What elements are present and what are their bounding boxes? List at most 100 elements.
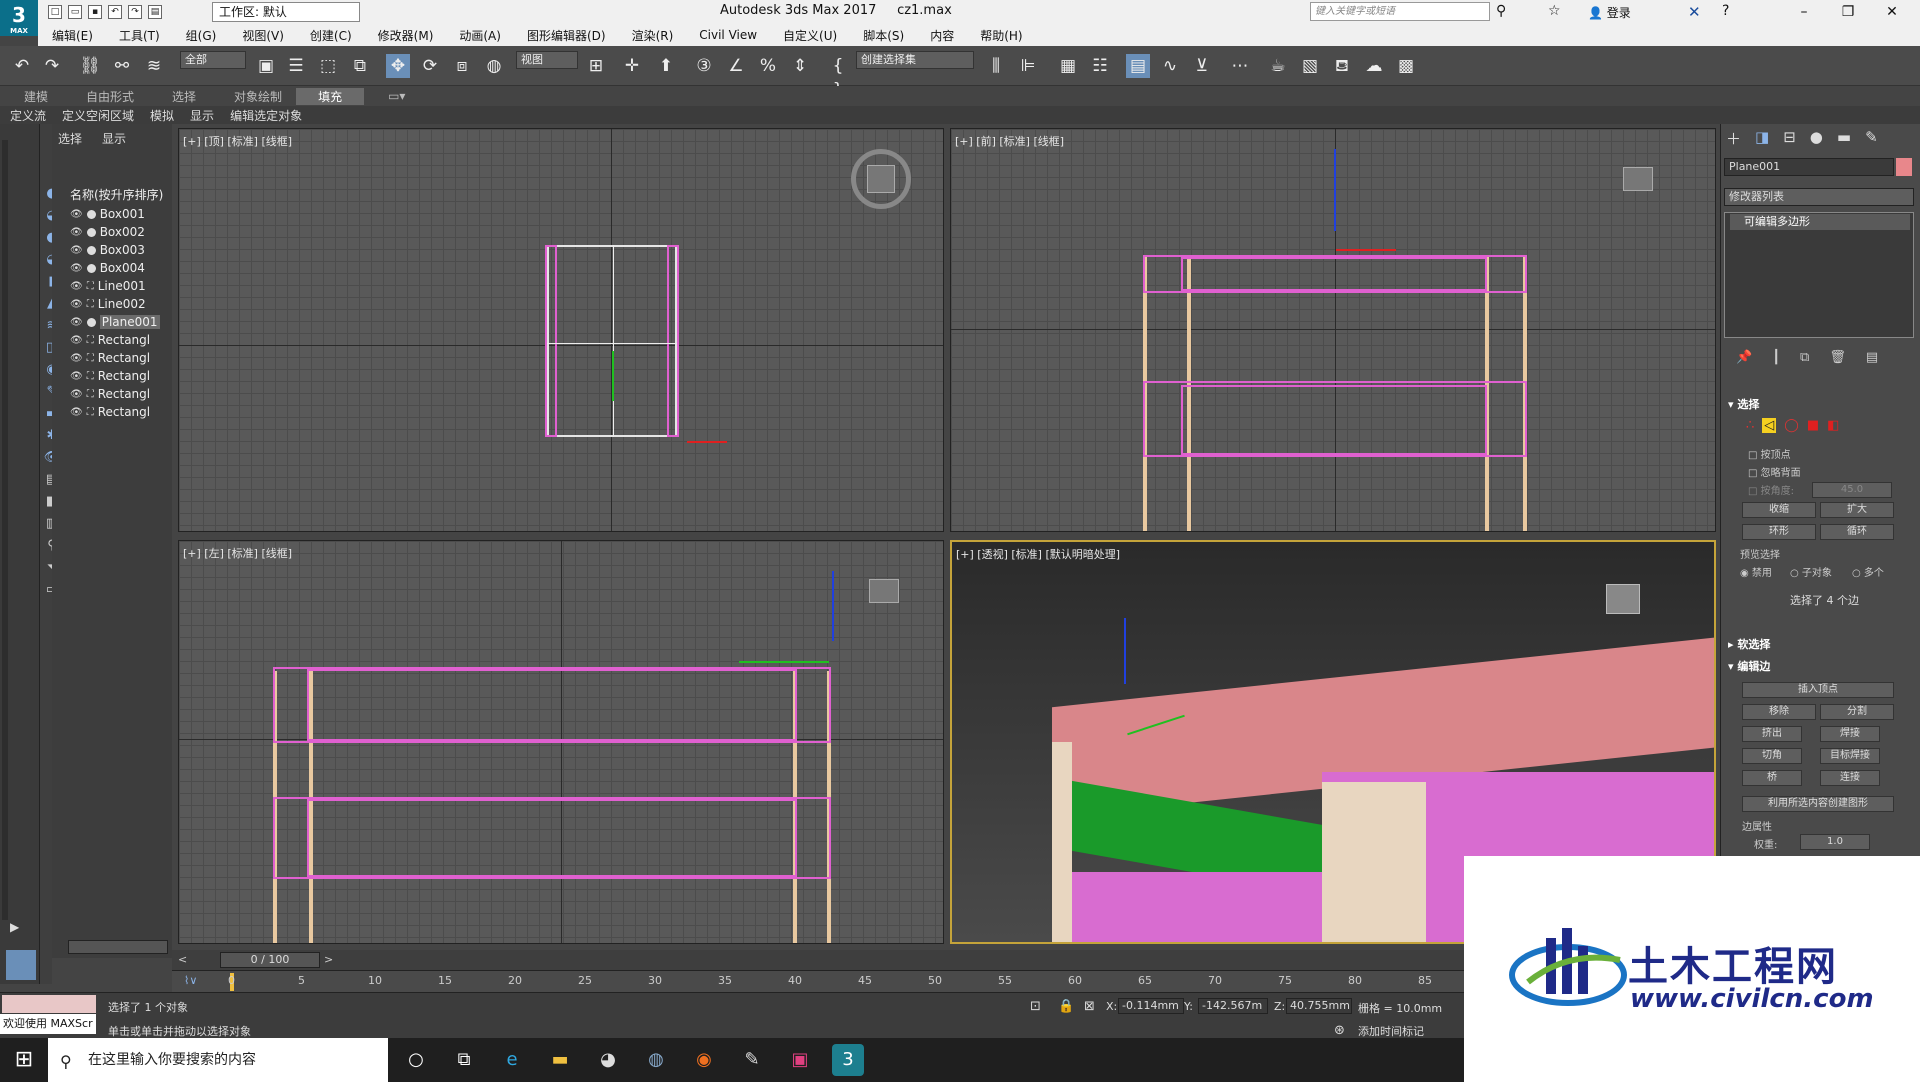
maximize-button[interactable]: ❐ xyxy=(1826,0,1870,24)
menu-customize[interactable]: 自定义(U) xyxy=(769,27,849,44)
move-icon[interactable]: ✥ xyxy=(386,54,410,78)
ignore-backfacing-checkbox[interactable]: □ 忽略背面 xyxy=(1748,464,1801,479)
viewcube[interactable] xyxy=(867,165,895,193)
grow-button[interactable]: 扩大 xyxy=(1820,502,1894,518)
tab-modeling[interactable]: 建模 xyxy=(0,88,62,105)
shrink-button[interactable]: 收缩 xyxy=(1742,502,1816,518)
shelf-panel-wireframe[interactable] xyxy=(1181,385,1487,455)
rendered-frame-icon[interactable]: ▧ xyxy=(1298,54,1322,78)
file-explorer-icon[interactable]: ▬ xyxy=(544,1044,576,1076)
visibility-eye-icon[interactable]: 👁 xyxy=(70,317,83,328)
leg-mesh[interactable] xyxy=(1322,782,1426,942)
menu-rendering[interactable]: 渲染(R) xyxy=(618,27,686,44)
menu-edit[interactable]: 编辑(E) xyxy=(38,27,105,44)
mirror-icon[interactable]: ⫼ xyxy=(984,54,1008,78)
edge-mode-icon[interactable]: ◁ xyxy=(1762,418,1777,433)
scene-tab-select[interactable]: 选择 xyxy=(58,130,82,152)
gizmo-y-axis[interactable] xyxy=(612,351,614,401)
gizmo-z-axis[interactable] xyxy=(832,571,834,641)
pivot-center-icon[interactable]: ⊞ xyxy=(584,54,608,78)
selection-filter-dropdown[interactable]: 全部 xyxy=(180,51,246,69)
modifier-stack-item[interactable]: 可编辑多边形 xyxy=(1730,214,1910,230)
select-object-icon[interactable]: ▣ xyxy=(254,54,278,78)
list-item[interactable]: 👁 Box004 xyxy=(70,259,145,277)
make-unique-icon[interactable]: ⧉ xyxy=(1800,350,1809,365)
render-cloud-icon[interactable]: ☁ xyxy=(1362,54,1386,78)
border-mode-icon[interactable]: ◯ xyxy=(1784,418,1799,433)
insert-vertex-button[interactable]: 插入顶点 xyxy=(1742,682,1894,698)
display-button[interactable]: 显示 xyxy=(180,107,220,124)
z-coordinate-field[interactable]: 40.755mm xyxy=(1286,998,1352,1014)
visibility-eye-icon[interactable]: 👁 xyxy=(70,299,83,310)
app-icon[interactable]: ▣ xyxy=(784,1044,816,1076)
create-tab-icon[interactable]: ＋ xyxy=(1726,128,1741,149)
top-panel-wireframe[interactable] xyxy=(307,669,797,741)
angle-snap-icon[interactable]: ∠ xyxy=(724,54,748,78)
define-flows-button[interactable]: 定义流 xyxy=(0,107,52,124)
tab-populate[interactable]: 填充 xyxy=(296,87,365,105)
bridge-button[interactable]: 桥 xyxy=(1742,770,1802,786)
menu-modifiers[interactable]: 修改器(M) xyxy=(364,27,446,44)
visibility-eye-icon[interactable]: 👁 xyxy=(70,245,83,256)
window-crossing-icon[interactable]: ⧉ xyxy=(348,54,372,78)
remove-button[interactable]: 移除 xyxy=(1742,704,1816,720)
edit-named-sets-icon[interactable]: { } xyxy=(826,54,850,100)
preview-multi-radio[interactable]: ○ 多个 xyxy=(1852,564,1884,579)
utilities-tab-icon[interactable]: ✎ xyxy=(1865,128,1878,149)
open-file-icon[interactable]: ▭ xyxy=(68,5,82,19)
bind-spacewarp-icon[interactable]: ≋ xyxy=(142,54,166,78)
viewport-layout-icon[interactable] xyxy=(6,950,36,980)
viewcube[interactable] xyxy=(1623,167,1653,191)
taskbar-search-input[interactable]: 在这里输入你要搜索的内容 xyxy=(48,1038,388,1082)
by-vertex-checkbox[interactable]: □ 按顶点 xyxy=(1748,446,1791,461)
help-search-input[interactable]: 键入关键字或短语 xyxy=(1310,2,1490,21)
snaps-toggle-icon[interactable]: ③ xyxy=(692,54,716,78)
add-time-tag-button[interactable]: 添加时间标记 xyxy=(1358,1023,1424,1039)
named-selection-sets-dropdown[interactable]: 创建选择集 xyxy=(856,51,974,69)
isolate-selection-icon[interactable]: ⊡ xyxy=(1030,999,1041,1014)
top-panel-wireframe[interactable] xyxy=(1181,257,1487,291)
expand-arrow-icon[interactable]: ▶ xyxy=(10,920,19,934)
maxscript-welcome-text[interactable]: 欢迎使用 MAXScr xyxy=(0,1014,96,1034)
windows-start-icon[interactable]: ⊞ xyxy=(10,1046,38,1074)
remove-modifier-icon[interactable]: 🗑 xyxy=(1829,350,1846,365)
rollout-soft-selection[interactable]: ▸ 软选择 xyxy=(1728,636,1770,652)
placement-icon[interactable]: ◍ xyxy=(482,54,506,78)
shelf-panel-wireframe[interactable] xyxy=(307,799,797,877)
redo-icon[interactable]: ↷ xyxy=(128,5,142,19)
hierarchy-tab-icon[interactable]: ⊟ xyxy=(1783,128,1796,149)
gizmo-z-axis[interactable] xyxy=(1334,149,1336,231)
explorer-scrollbar[interactable] xyxy=(68,940,168,954)
layer-explorer-icon[interactable]: ☷ xyxy=(1088,54,1112,78)
rotate-icon[interactable]: ⟳ xyxy=(418,54,442,78)
visibility-eye-icon[interactable]: 👁 xyxy=(70,371,83,382)
visibility-eye-icon[interactable]: 👁 xyxy=(70,407,83,418)
display-tab-icon[interactable]: ▬ xyxy=(1837,128,1851,149)
menu-civil-view[interactable]: Civil View xyxy=(685,28,769,42)
leg-wireframe[interactable] xyxy=(667,245,679,437)
selection-lock-icon[interactable]: 🔒 xyxy=(1058,999,1074,1014)
rollout-selection[interactable]: ▾ 选择 xyxy=(1728,396,1759,412)
workspace-dropdown[interactable]: 工作区: 默认 xyxy=(212,2,360,22)
rect-selection-icon[interactable]: ⬚ xyxy=(316,54,340,78)
ribbon-options-icon[interactable]: ▭▾ xyxy=(364,89,419,103)
scene-explorer-icon[interactable]: ▦ xyxy=(1056,54,1080,78)
menu-content[interactable]: 内容 xyxy=(916,27,966,44)
list-item[interactable]: 👁 ⛶ Line001 xyxy=(70,277,146,295)
polygon-mode-icon[interactable]: ■ xyxy=(1807,418,1819,433)
task-view-icon[interactable]: ⧉ xyxy=(448,1044,480,1076)
save-file-icon[interactable]: ▪ xyxy=(88,5,102,19)
time-tag-icon[interactable]: ⊛ xyxy=(1334,1023,1345,1038)
list-item[interactable]: 👁 ⛶ Rectangl xyxy=(70,349,150,367)
menu-graph-editors[interactable]: 图形编辑器(D) xyxy=(513,27,618,44)
rollout-edit-edges[interactable]: ▾ 编辑边 xyxy=(1728,658,1770,674)
percent-snap-icon[interactable]: % xyxy=(756,54,780,78)
curve-editor-toggle-icon[interactable]: ⌇∨ xyxy=(184,974,197,987)
gizmo-x-axis[interactable] xyxy=(1336,249,1396,251)
visibility-eye-icon[interactable]: 👁 xyxy=(70,353,83,364)
time-slider[interactable]: 0 / 100 xyxy=(220,952,320,968)
viewport-label[interactable]: [+] [前] [标准] [线框] xyxy=(955,133,1064,149)
list-item[interactable]: 👁 ⛶ Rectangl xyxy=(70,385,150,403)
menu-tools[interactable]: 工具(T) xyxy=(105,27,172,44)
menu-group[interactable]: 组(G) xyxy=(172,27,229,44)
